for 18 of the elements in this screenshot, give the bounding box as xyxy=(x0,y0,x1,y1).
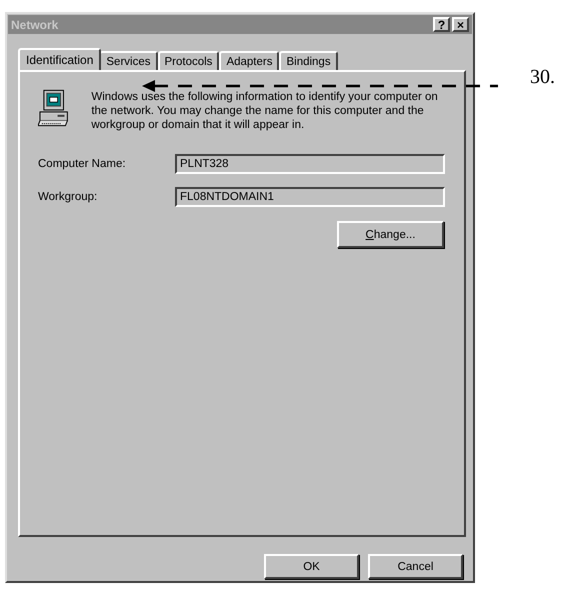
tab[interactable]: Bindings xyxy=(279,51,338,70)
field-label: Workgroup: xyxy=(38,191,98,203)
tab[interactable]: Protocols xyxy=(158,51,220,70)
tab[interactable]: Services xyxy=(99,51,158,70)
ok-button[interactable]: OK xyxy=(264,554,359,579)
input-field[interactable]: FL08NTDOMAIN1 xyxy=(175,187,445,207)
tab[interactable]: Adapters xyxy=(219,51,280,70)
input-field[interactable]: PLNT328 xyxy=(175,154,445,174)
callout-label: 30. xyxy=(530,66,555,89)
cancel-button[interactable]: Cancel xyxy=(368,554,463,579)
field-label: Computer Name: xyxy=(38,158,127,170)
tab[interactable]: Identification xyxy=(18,48,102,70)
description-text: Windows uses the following information to identify your computer on the network. You may change the name for this computer and the workgroup or domain that it will appear in. xyxy=(91,90,439,132)
computer-icon xyxy=(38,88,70,128)
help-button[interactable]: ? xyxy=(433,17,450,32)
window-title: Network xyxy=(11,18,58,32)
close-button[interactable]: × xyxy=(452,17,469,32)
change-button[interactable]: Change... xyxy=(337,221,444,248)
